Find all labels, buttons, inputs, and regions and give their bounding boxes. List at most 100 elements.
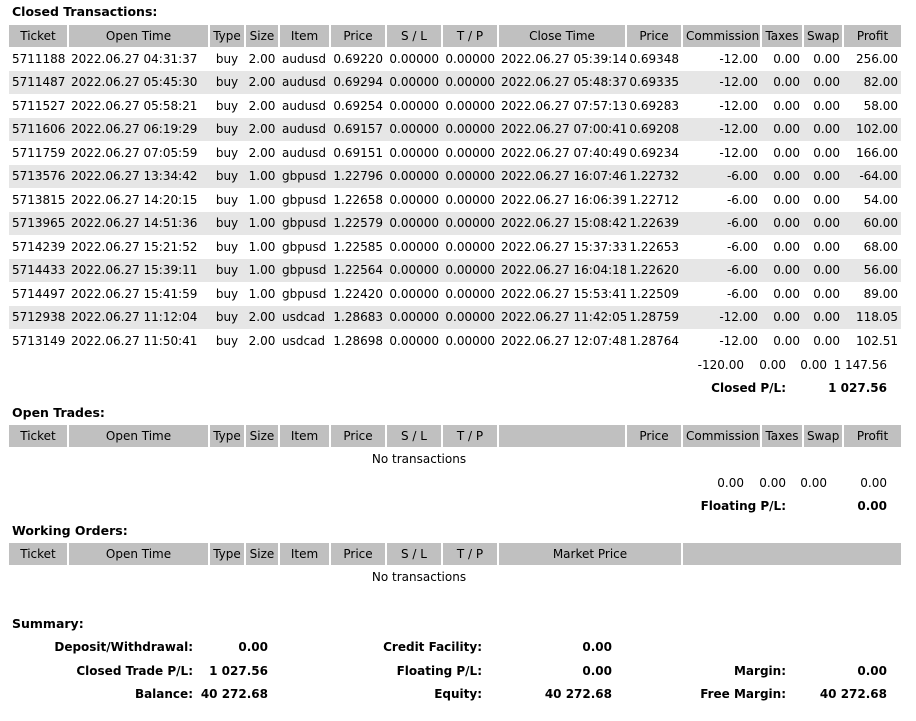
free-margin-value: 40 272.68 [819,687,887,701]
cell-size: 2.00 [248,145,276,160]
cell-size: 1.00 [248,192,276,207]
cell-commission: -6.00 [682,258,761,282]
cell-item: gbpusd [282,286,327,301]
open-header-13: Profit [843,425,901,447]
working-header-row: Ticket Open Time Type Size Item Price S / LT /… [9,543,901,565]
working-orders-title: Working Orders: [12,523,128,538]
cell-open-time: 2022.06.27 11:12:04 [68,305,209,329]
cell-ticket: 5712938 [9,305,68,329]
cell-size: 1.00 [248,286,276,301]
balance-value: 40 272.68 [200,687,268,701]
cell-commission: -12.00 [682,117,761,141]
working-header-8: Market Price [498,543,683,565]
cell-ticket: 5713576 [9,164,68,188]
cell-close-time: 2022.06.27 16:07:46 [498,164,626,188]
closed-header-row: Ticket Open Time Type Size Item Price S / LT /… [9,25,901,47]
cell-taxes: 0.00 [773,286,800,301]
closed-header-11: Taxes [761,25,804,47]
cell-swap: 0.00 [803,164,843,188]
cell-taxes: 0.00 [773,192,800,207]
open-header-4: Item [279,425,331,447]
cell-item: audusd [282,98,327,113]
cell-profit: 54.00 [863,192,898,207]
cell-item: gbpusd [279,258,330,282]
summary-floating-pl-label: Floating P/L: [396,664,482,678]
cell-open-time: 2022.06.27 07:05:59 [71,145,198,160]
cell-item: gbpusd [279,211,330,235]
closed-pl-label: Closed P/L: [711,381,786,395]
cell-tp: 0.00000 [442,164,498,188]
cell-profit: 58.00 [863,98,898,113]
cell-commission: -12.00 [719,145,758,160]
cell-close-time: 2022.06.27 16:06:39 [501,192,626,207]
working-header-5: Price [330,543,387,565]
open-header-11: Taxes [761,425,804,447]
cell-ticket: 5714497 [12,286,66,301]
cell-ticket: 5714239 [12,239,66,254]
cell-taxes: 0.00 [761,117,803,141]
working-no-transactions: No transactions [371,570,467,584]
open-header-0: Ticket [9,425,69,447]
cell-swap: 0.00 [813,192,840,207]
cell-swap: 0.00 [803,305,843,329]
cell-size: 2.00 [248,98,276,113]
table-row: 5711606 2022.06.27 06:19:29 buy 2.00 audusd 0… [9,117,901,141]
closed-header-9: Price [626,25,683,47]
cell-open-time: 2022.06.27 15:41:59 [71,286,198,301]
deposit-withdrawal-value: 0.00 [238,640,268,654]
cell-close-time: 2022.06.27 05:48:37 [498,70,626,94]
margin-label: Margin: [733,664,786,678]
cell-open-time: 2022.06.27 14:20:15 [71,192,198,207]
cell-close-price: 0.69208 [626,117,682,141]
cell-ticket: 5711487 [9,70,68,94]
cell-commission: -6.00 [726,239,758,254]
cell-open-time: 2022.06.27 15:21:52 [71,239,198,254]
cell-close-time: 2022.06.27 15:08:42 [498,211,626,235]
cell-type: buy [215,51,239,66]
open-trades-table: Ticket Open Time Type Size Item Price S / LT /… [9,425,901,447]
cell-profit: 56.00 [843,258,901,282]
cell-open-price: 0.69157 [330,117,386,141]
cell-tp: 0.00000 [445,192,495,207]
closed-header-2: Type [209,25,246,47]
cell-close-price: 0.69283 [629,98,679,113]
cell-size: 2.00 [248,333,276,348]
table-row: 5711188 2022.06.27 04:31:37 buy 2.00 audusd 0… [9,47,901,71]
closed-header-8: Close Time [498,25,627,47]
cell-close-time: 2022.06.27 16:04:18 [498,258,626,282]
cell-close-price: 1.28764 [629,333,679,348]
working-header-1: Open Time [68,543,210,565]
cell-sl: 0.00000 [386,211,442,235]
floating-pl-value: 0.00 [857,499,887,513]
cell-size: 1.00 [245,164,279,188]
cell-ticket: 5711527 [12,98,66,113]
cell-open-price: 1.22585 [333,239,383,254]
cell-close-time: 2022.06.27 05:39:14 [501,51,626,66]
balance-label: Balance: [134,687,193,701]
open-header-1: Open Time [68,425,210,447]
open-total-commission: 0.00 [717,476,744,490]
open-header-3: Size [245,425,280,447]
closed-trade-pl-value: 1 027.56 [209,664,268,678]
closed-total-taxes: 0.00 [759,358,786,372]
cell-swap: 0.00 [803,70,843,94]
open-trades-title: Open Trades: [12,405,105,420]
table-row: 5711759 2022.06.27 07:05:59 buy 2.00 audusd 0… [9,141,901,165]
cell-type: buy [209,117,245,141]
working-header-9 [682,543,901,565]
cell-ticket: 5713815 [12,192,66,207]
cell-commission: -12.00 [682,305,761,329]
cell-taxes: 0.00 [761,258,803,282]
cell-profit: -64.00 [843,164,901,188]
cell-item: gbpusd [282,192,327,207]
cell-type: buy [209,164,245,188]
open-header-5: Price [330,425,387,447]
cell-profit: 89.00 [863,286,898,301]
cell-open-time: 2022.06.27 15:39:11 [68,258,209,282]
cell-type: buy [215,239,239,254]
cell-profit: 102.51 [856,333,898,348]
cell-item: gbpusd [279,164,330,188]
closed-header-7: T / P [442,25,499,47]
cell-type: buy [209,211,245,235]
cell-item: gbpusd [282,239,327,254]
